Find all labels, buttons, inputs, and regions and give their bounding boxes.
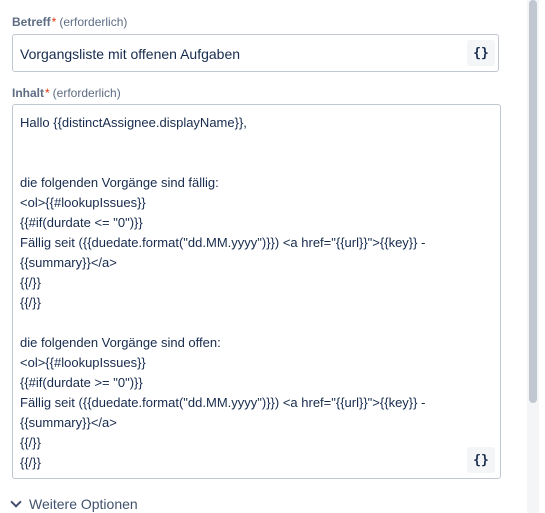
more-options-toggle[interactable]: Weitere Optionen: [10, 496, 138, 512]
content-line: {{#if(durdate >= "0")}}: [20, 375, 143, 390]
subject-input[interactable]: Vorgangsliste mit offenen Aufgaben {}: [12, 34, 499, 72]
content-label: Inhalt* (erforderlich): [12, 86, 121, 100]
content-line: die folgenden Vorgänge sind fällig:: [20, 175, 219, 190]
content-line: Fällig seit ({{duedate.format("dd.MM.yyy…: [20, 235, 426, 250]
required-note: (erforderlich): [59, 15, 128, 29]
content-line: Hallo {{distinctAssignee.displayName}},: [20, 115, 247, 130]
required-note: (erforderlich): [52, 86, 121, 100]
subject-smart-value-button[interactable]: {}: [467, 40, 495, 66]
content-smart-value-button[interactable]: {}: [467, 447, 495, 473]
content-line: {{summary}}</a>: [20, 255, 117, 270]
scrollbar-thumb[interactable]: [529, 0, 537, 403]
content-line: [20, 153, 425, 173]
subject-label: Betreff* (erforderlich): [12, 15, 127, 29]
required-asterisk: *: [45, 86, 50, 100]
content-line: {{#if(durdate <= "0")}}: [20, 215, 143, 230]
content-line: {{/}}: [20, 295, 41, 310]
content-text[interactable]: Hallo {{distinctAssignee.displayName}}, …: [20, 113, 425, 473]
content-line: {{/}}: [20, 275, 41, 290]
chevron-down-icon: [10, 496, 22, 508]
content-line: {{summary}}</a>: [20, 415, 117, 430]
content-line: <ol>{{#lookupIssues}}: [20, 355, 146, 370]
required-asterisk: *: [51, 15, 57, 29]
content-line: <ol>{{#lookupIssues}}: [20, 195, 146, 210]
content-line: die folgenden Vorgänge sind offen:: [20, 335, 221, 350]
subject-label-text: Betreff: [12, 15, 51, 29]
content-line: [20, 133, 425, 153]
content-line: [20, 313, 425, 333]
content-line: Fällig seit ({{duedate.format("dd.MM.yyy…: [20, 395, 426, 410]
content-label-text: Inhalt: [12, 86, 44, 100]
content-line: {{/}}: [20, 435, 41, 450]
content-line: {{/}}: [20, 455, 41, 470]
content-textarea[interactable]: Hallo {{distinctAssignee.displayName}}, …: [12, 104, 501, 479]
subject-input-value[interactable]: Vorgangsliste mit offenen Aufgaben: [20, 46, 240, 62]
more-options-label: Weitere Optionen: [29, 496, 138, 512]
